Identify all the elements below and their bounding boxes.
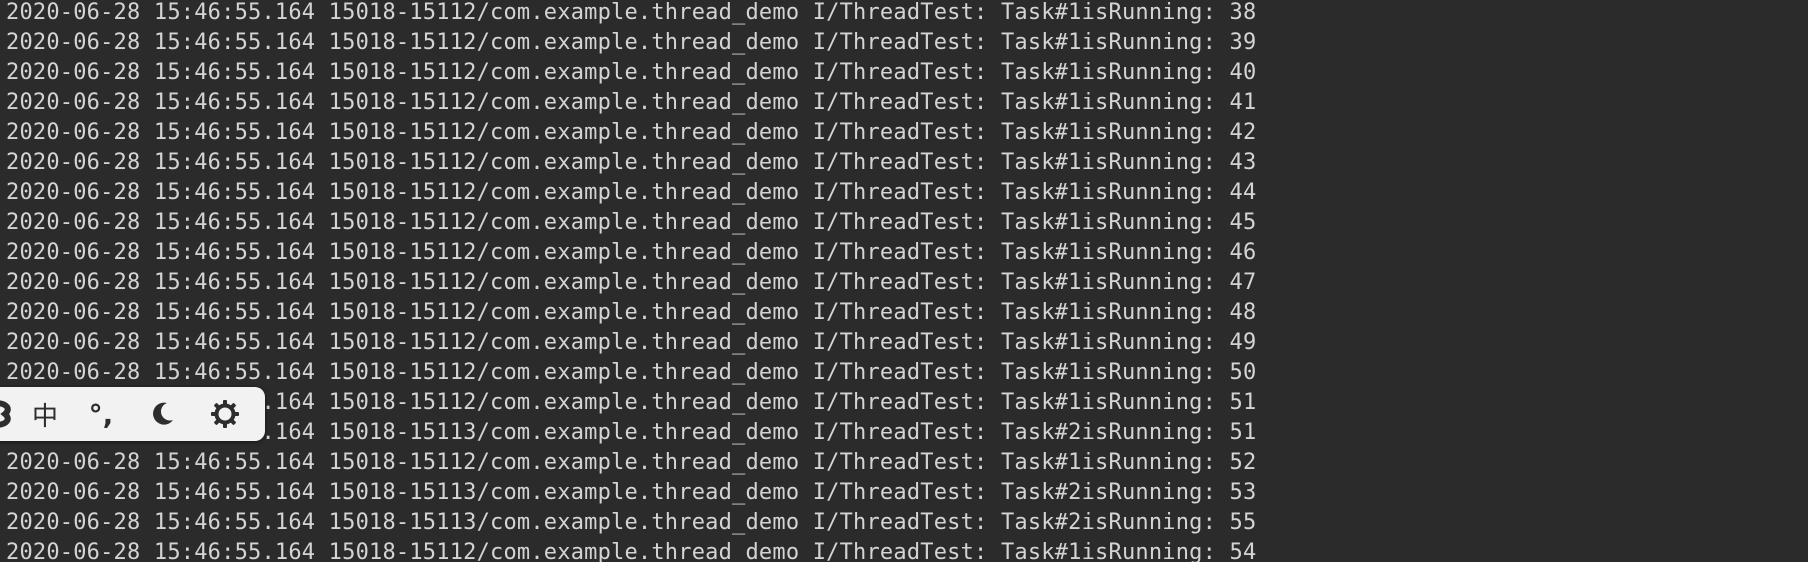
log-line: 2020-06-28 15:46:55.164 15018-15112/com.… <box>6 210 1257 235</box>
logcat-console: 2020-06-28 15:46:55.164 15018-15112/com.… <box>0 0 1808 562</box>
chinese-mode-button[interactable]: 中 <box>24 387 66 441</box>
punctuation-button[interactable]: °, <box>80 387 122 441</box>
log-line: 2020-06-28 15:46:55.164 15018-15112/com.… <box>6 150 1257 175</box>
log-line: 2020-06-28 15:46:55.164 15018-15112/com.… <box>6 300 1257 325</box>
log-line: 2020-06-28 15:46:55.164 15018-15112/com.… <box>6 90 1257 115</box>
settings-button[interactable] <box>202 387 248 441</box>
gear-icon <box>210 399 240 429</box>
log-line: 2020-06-28 15:46:55.164 15018-15112/com.… <box>6 120 1257 145</box>
moon-icon <box>148 400 176 428</box>
log-line: 2020-06-28 15:46:55.164 15018-15113/com.… <box>6 510 1257 535</box>
ime-toolbar[interactable]: 中 °, <box>0 387 265 441</box>
log-line: 2020-06-28 15:46:55.164 15018-15112/com.… <box>6 270 1257 295</box>
log-line: 2020-06-28 15:46:55.164 15018-15112/com.… <box>6 60 1257 85</box>
log-line: 2020-06-28 15:46:55.164 15018-15112/com.… <box>6 0 1257 25</box>
log-line: 2020-06-28 15:46:55.164 15018-15112/com.… <box>6 450 1257 475</box>
punctuation-icon: °, <box>88 397 114 431</box>
ime-logo-icon <box>0 399 17 429</box>
log-line: 2020-06-28 15:46:55.164 15018-15112/com.… <box>6 240 1257 265</box>
log-line: 2020-06-28 15:46:55.164 15018-15112/com.… <box>6 540 1257 562</box>
log-line: 2020-06-28 15:46:55.164 15018-15112/com.… <box>6 180 1257 205</box>
ime-logo-button[interactable] <box>0 387 20 441</box>
chinese-mode-icon: 中 <box>31 401 58 432</box>
night-mode-button[interactable] <box>140 387 184 441</box>
log-line: 2020-06-28 15:46:55.164 15018-15113/com.… <box>6 480 1257 505</box>
log-line: 2020-06-28 15:46:55.164 15018-15112/com.… <box>6 30 1257 55</box>
log-list: 2020-06-28 15:46:55.164 15018-15112/com.… <box>6 0 1256 562</box>
log-line: 2020-06-28 15:46:55.164 15018-15112/com.… <box>6 360 1257 385</box>
log-line: 2020-06-28 15:46:55.164 15018-15112/com.… <box>6 330 1257 355</box>
